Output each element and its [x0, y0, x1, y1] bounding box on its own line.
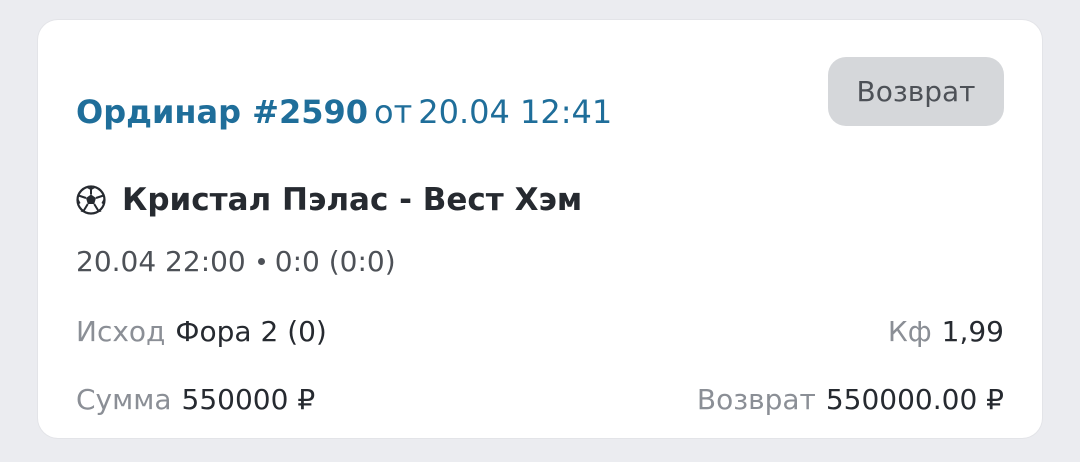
- bet-from-label: от: [374, 93, 413, 131]
- match-meta: 20.04 22:00 0:0 (0:0): [76, 242, 396, 282]
- bet-card: Ординар #2590 от 20.04 12:41 Возврат Крист…: [38, 20, 1042, 438]
- bet-date: 20.04 12:41: [418, 93, 613, 131]
- sum-value: 550000 ₽: [181, 383, 316, 416]
- return-group: Возврат 550000.00 ₽: [697, 380, 1004, 420]
- bet-title: Ординар #2590: [76, 93, 368, 131]
- separator-dot-icon: [257, 257, 265, 265]
- return-status-button[interactable]: Возврат: [828, 57, 1004, 126]
- match-title: Кристал Пэлас - Вест Хэм: [122, 182, 583, 218]
- sum-group: Сумма 550000 ₽: [76, 380, 315, 420]
- match-datetime: 20.04 22:00: [76, 245, 246, 278]
- outcome-group: Исход Фора 2 (0): [76, 312, 327, 352]
- outcome-value: Фора 2 (0): [175, 315, 327, 348]
- return-value: 550000.00 ₽: [825, 383, 1004, 416]
- outcome-row: Исход Фора 2 (0) Кф 1,99: [76, 312, 1004, 352]
- soccer-ball-icon: [76, 185, 106, 215]
- outcome-label: Исход: [76, 315, 166, 348]
- bet-header: Ординар #2590 от 20.04 12:41: [76, 92, 612, 132]
- return-label: Возврат: [696, 383, 816, 416]
- odds-value: 1,99: [941, 315, 1004, 348]
- sum-row: Сумма 550000 ₽ Возврат 550000.00 ₽: [76, 380, 1004, 420]
- odds-label: Кф: [887, 315, 932, 348]
- odds-group: Кф 1,99: [888, 312, 1004, 352]
- sum-label: Сумма: [76, 383, 172, 416]
- match-row: Кристал Пэлас - Вест Хэм: [76, 180, 582, 220]
- match-score: 0:0 (0:0): [274, 245, 396, 278]
